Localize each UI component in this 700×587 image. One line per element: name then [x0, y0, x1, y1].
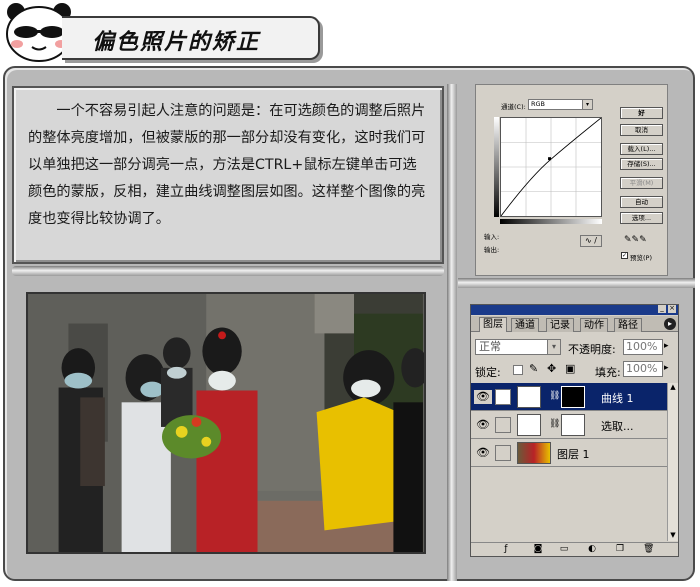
chevron-down-icon: ▾ — [582, 100, 592, 109]
chevron-down-icon: ▾ — [547, 340, 560, 354]
lock-all-icon[interactable]: ▣ — [565, 362, 575, 375]
layer-row-image[interactable]: 👁 图层 1 — [471, 439, 667, 467]
smooth-button[interactable]: 平滑(M) — [620, 177, 663, 189]
layers-panel: _ × 图层 通道 记录 动作 路径 ▸ 正常 ▾ 不透明度: 100% ▸ 锁… — [470, 304, 679, 557]
adjustment-thumbnail-icon — [517, 386, 541, 408]
load-button[interactable]: 载入(L)... — [620, 143, 663, 155]
layers-scrollbar[interactable]: ▲ ▼ — [667, 383, 678, 541]
scroll-down-icon[interactable]: ▼ — [668, 531, 678, 541]
new-adjustment-icon[interactable]: ◐ — [587, 545, 597, 554]
cancel-button[interactable]: 取消 — [620, 124, 663, 136]
channel-value: RGB — [531, 100, 546, 108]
layer-name[interactable]: 图层 1 — [557, 446, 590, 462]
lock-move-icon[interactable]: ✥ — [547, 362, 556, 375]
preview-checkbox[interactable]: ✓ — [621, 252, 628, 259]
fill-label: 填充: — [595, 366, 621, 379]
layer-style-icon[interactable]: ƒ — [501, 545, 511, 554]
layers-toolbar: ƒ ◙ ▭ ◐ ❐ 🗑 — [471, 542, 678, 556]
scroll-up-icon[interactable]: ▲ — [668, 383, 678, 393]
tab-layers[interactable]: 图层 — [479, 317, 507, 332]
tab-paths[interactable]: 路径 — [614, 318, 642, 332]
new-set-icon[interactable]: ▭ — [559, 545, 569, 554]
layers-titlebar: _ × — [471, 305, 678, 315]
opacity-input[interactable]: 100% — [623, 339, 663, 355]
input-gradient — [500, 219, 602, 224]
eye-icon[interactable]: 👁 — [474, 390, 492, 404]
layers-tabs: 图层 通道 记录 动作 路径 ▸ — [471, 316, 678, 332]
add-mask-icon[interactable]: ◙ — [533, 545, 543, 554]
ok-button[interactable]: 好 — [620, 107, 663, 119]
article-text: 一个不容易引起人注意的问题是：在可选颜色的调整后照片的整体亮度增加，但被蒙版的那… — [28, 103, 426, 227]
layer-name[interactable]: 选取... — [601, 418, 634, 434]
trash-icon[interactable]: 🗑 — [643, 545, 654, 554]
layer-row-selective-color[interactable]: 👁 ⛓ 选取... — [471, 411, 667, 439]
mask-thumbnail[interactable] — [561, 414, 585, 436]
title-banner: 偏色照片的矫正 — [62, 16, 320, 60]
wedding-photo — [26, 292, 426, 554]
lock-label: 锁定: — [475, 366, 501, 379]
output-gradient — [494, 117, 499, 217]
close-icon[interactable]: × — [668, 305, 676, 313]
blend-mode-value: 正常 — [479, 340, 501, 353]
layer-link-icon[interactable] — [495, 389, 511, 405]
lock-brush-icon[interactable]: ✎ — [529, 362, 538, 375]
minimize-icon[interactable]: _ — [658, 305, 666, 313]
tab-actions[interactable]: 动作 — [580, 318, 608, 332]
options-button[interactable]: 选项... — [620, 212, 663, 224]
layer-link-icon[interactable] — [495, 417, 511, 433]
panel-menu-icon[interactable]: ▸ — [664, 318, 676, 330]
adjustment-thumbnail-icon — [517, 414, 541, 436]
fill-arrow-icon[interactable]: ▸ — [664, 363, 669, 373]
chain-icon: ⛓ — [549, 419, 561, 429]
preview-label: 预览(P) — [630, 254, 652, 262]
mask-thumbnail[interactable] — [561, 386, 585, 408]
tab-channels[interactable]: 通道 — [511, 318, 539, 332]
page-title: 偏色照片的矫正 — [92, 30, 261, 55]
fill-input[interactable]: 100% — [623, 361, 663, 377]
layer-name[interactable]: 曲线 1 — [601, 390, 634, 406]
new-layer-icon[interactable]: ❐ — [615, 545, 625, 554]
eye-icon[interactable]: 👁 — [474, 446, 492, 460]
curve-tool-icon[interactable]: ∿ / — [580, 235, 602, 247]
layer-row-curves[interactable]: 👁 ⛓ 曲线 1 — [471, 383, 667, 411]
eye-icon[interactable]: 👁 — [474, 418, 492, 432]
blend-mode-select[interactable]: 正常 ▾ — [475, 339, 561, 355]
right-divider — [458, 278, 695, 288]
page: 偏色照片的矫正 一个不容易引起人注意的问题是：在可选颜色的调整后照片的整体亮度增… — [0, 0, 700, 587]
curves-dialog: 通道(C): RGB ▾ 好 取消 载入(L)... 存储(S)... 平滑(M… — [475, 84, 668, 276]
curve-graph[interactable] — [500, 117, 602, 217]
input-label: 输入: — [484, 233, 500, 241]
channel-label: 通道(C): — [501, 103, 526, 111]
vertical-divider — [447, 84, 457, 581]
chain-icon: ⛓ — [549, 391, 561, 401]
image-thumbnail[interactable] — [517, 442, 551, 464]
opacity-label: 不透明度: — [568, 343, 616, 356]
tab-history[interactable]: 记录 — [546, 318, 574, 332]
layer-link-icon[interactable] — [495, 445, 511, 461]
output-label: 输出: — [484, 246, 500, 254]
horizontal-divider — [12, 266, 444, 276]
auto-button[interactable]: 自动 — [620, 196, 663, 208]
lock-transparency-icon[interactable] — [513, 365, 523, 375]
article-panel: 一个不容易引起人注意的问题是：在可选颜色的调整后照片的整体亮度增加，但被蒙版的那… — [12, 86, 444, 264]
save-button[interactable]: 存储(S)... — [620, 158, 663, 170]
channel-select[interactable]: RGB ▾ — [528, 99, 593, 110]
eyedropper-icon[interactable]: ✎✎✎ — [624, 235, 647, 245]
opacity-arrow-icon[interactable]: ▸ — [664, 341, 669, 351]
